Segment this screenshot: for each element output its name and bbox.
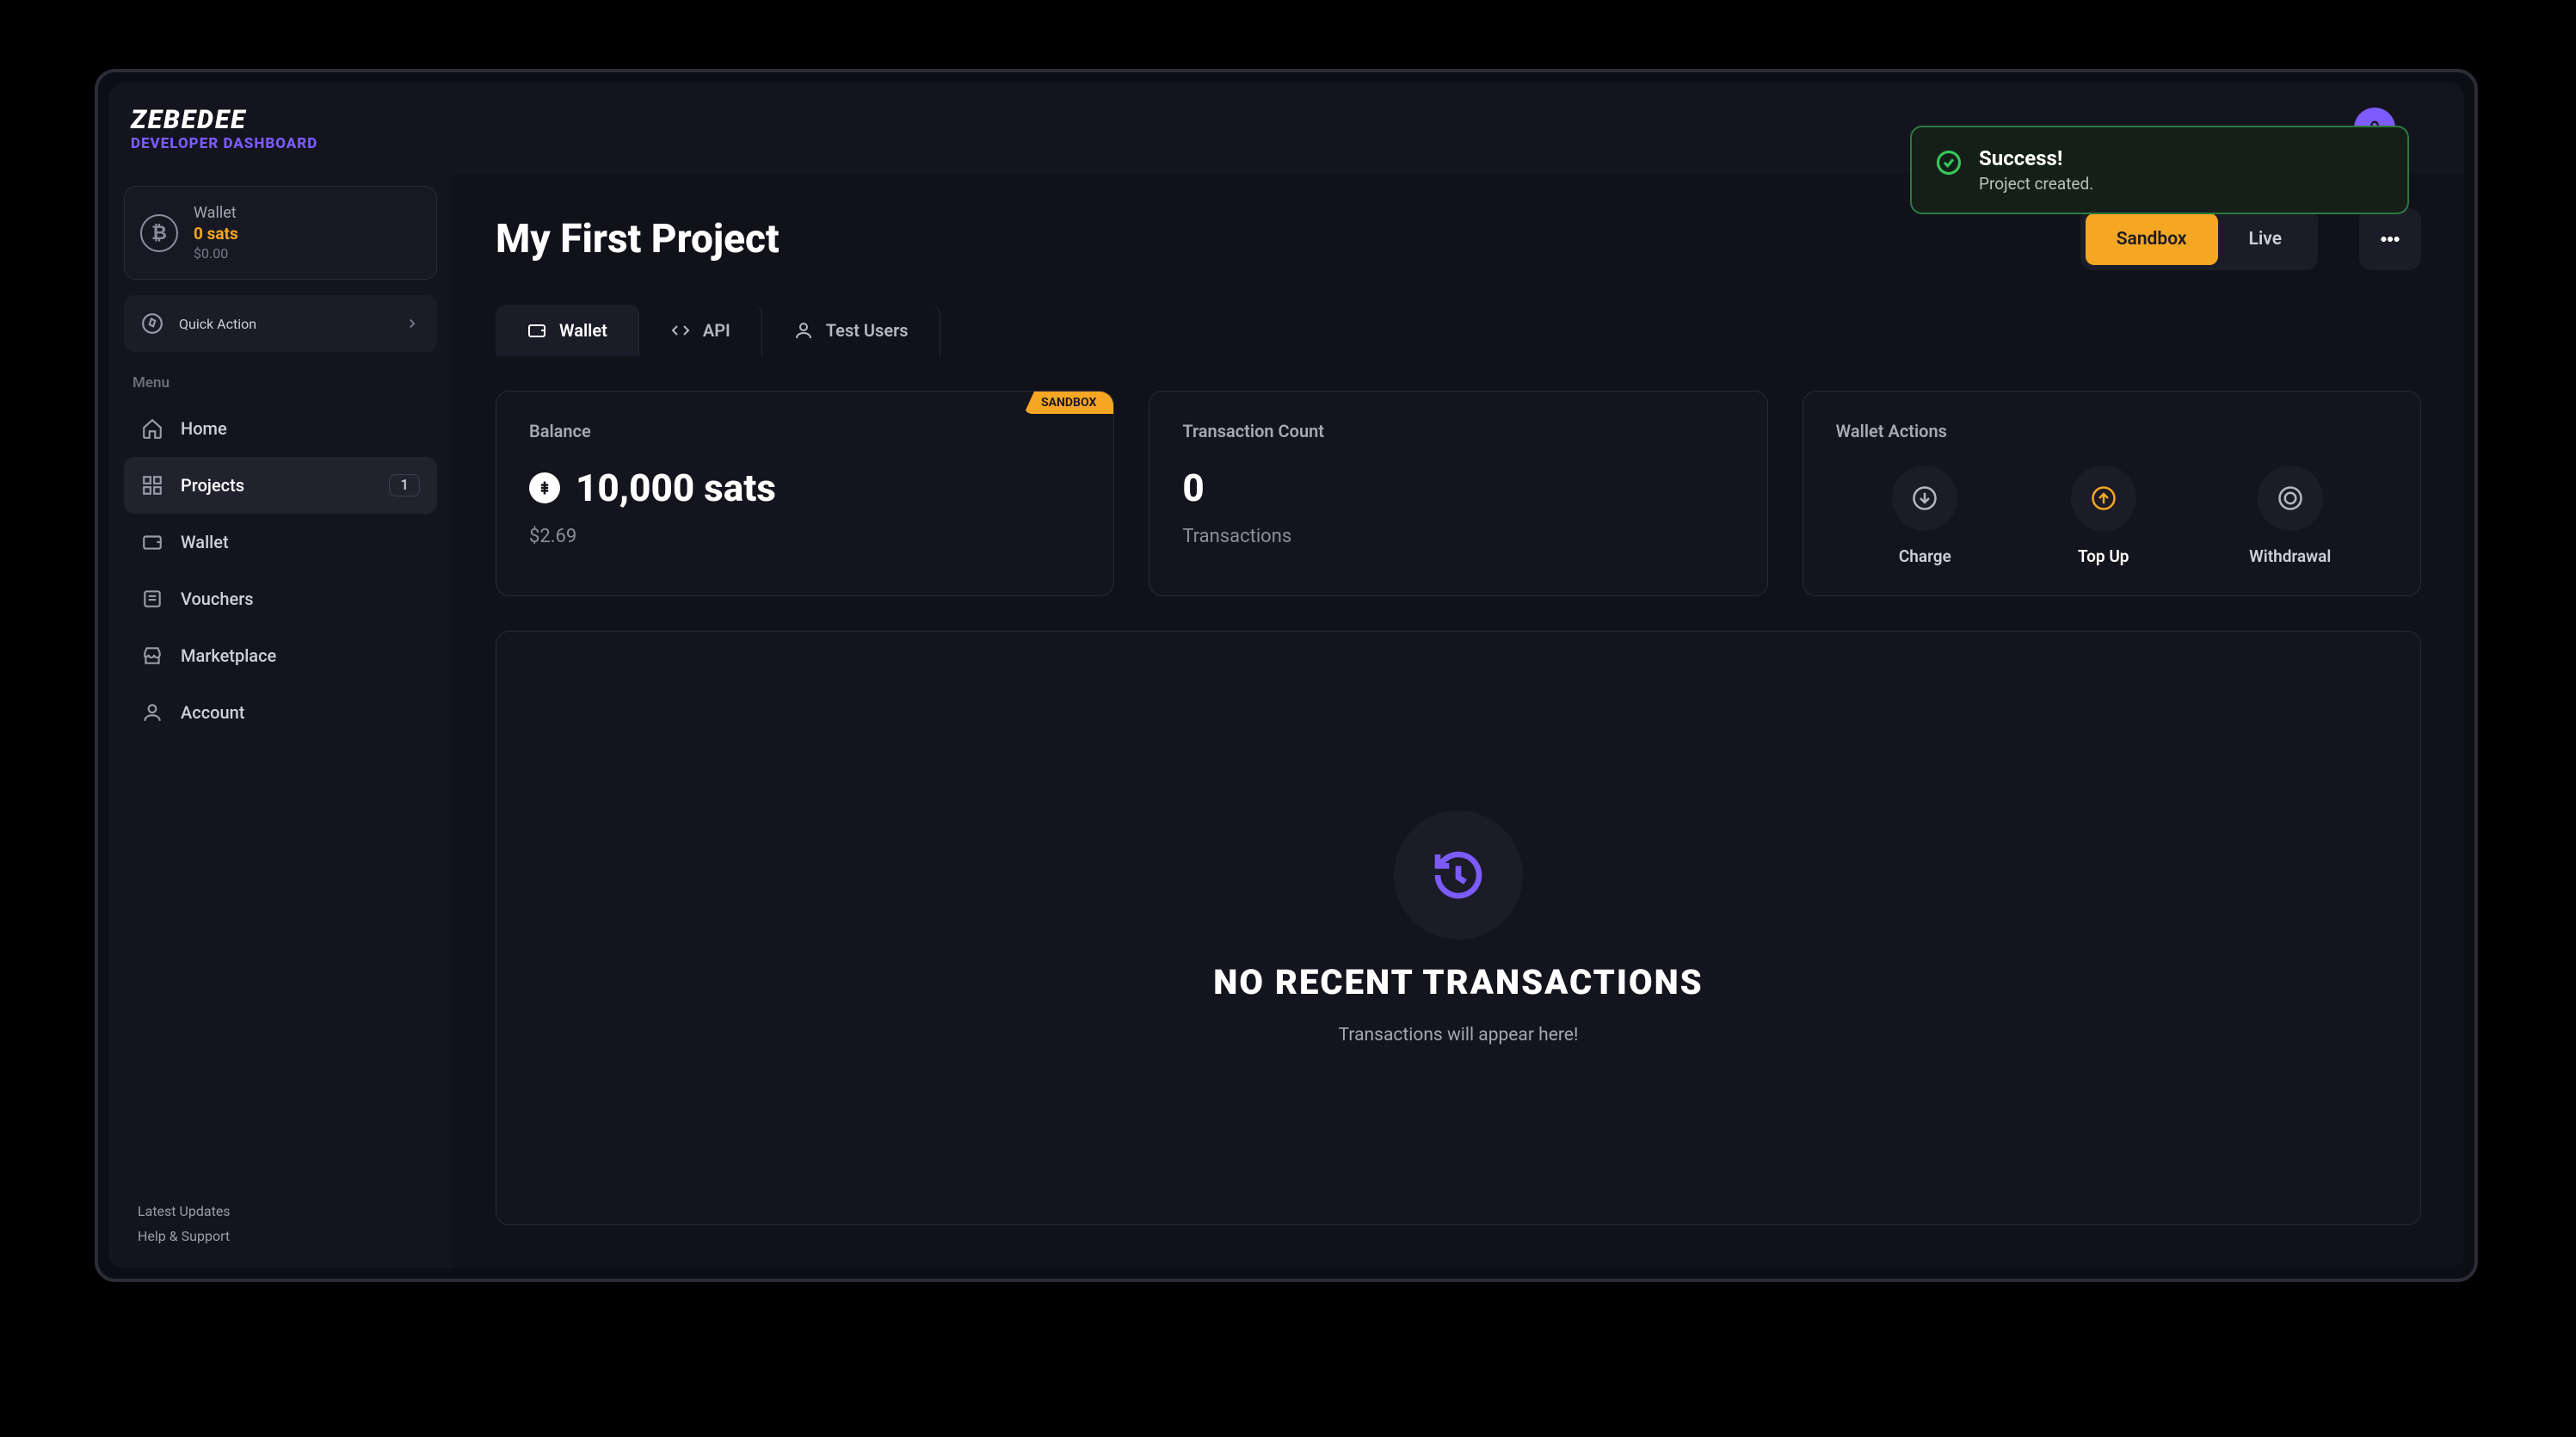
latest-updates-link[interactable]: Latest Updates (138, 1203, 423, 1219)
sat-icon (529, 472, 560, 503)
compass-icon (141, 312, 163, 335)
arrow-down-circle-icon (1912, 485, 1938, 511)
actions-header: Wallet Actions (1836, 421, 2388, 441)
more-horizontal-icon (2379, 228, 2401, 250)
action-label: Top Up (2078, 546, 2129, 566)
empty-title: NO RECENT TRANSACTIONS (1213, 962, 1703, 1002)
tx-count-sub: Transactions (1182, 526, 1734, 547)
tab-api[interactable]: API (639, 305, 762, 356)
sidebar-item-wallet[interactable]: Wallet (124, 514, 437, 570)
environment-toggle: Sandbox Live (2080, 208, 2318, 270)
charge-action[interactable]: Charge (1892, 466, 1957, 566)
user-icon (141, 701, 163, 724)
sidebar-item-label: Account (181, 702, 244, 723)
sidebar-item-projects[interactable]: Projects 1 (124, 457, 437, 514)
projects-count-badge: 1 (389, 474, 420, 496)
toast-success[interactable]: Success! Project created. (1910, 126, 2409, 214)
topup-action[interactable]: Top Up (2071, 466, 2136, 566)
chevron-right-icon (404, 316, 420, 331)
sidebar-item-label: Vouchers (181, 589, 254, 609)
tab-test-users[interactable]: Test Users (762, 305, 940, 356)
toast-title: Success! (1979, 146, 2093, 170)
action-label: Withdrawal (2249, 546, 2331, 566)
app-shell: Success! Project created. ZEBEDEE DEVELO… (108, 83, 2464, 1268)
more-options-button[interactable] (2359, 208, 2421, 270)
sidebar-item-label: Home (181, 418, 227, 439)
code-icon (670, 320, 691, 341)
sidebar: ₿ Wallet 0 sats $0.00 Quick Action Menu (108, 174, 453, 1268)
history-icon (1431, 848, 1486, 903)
wallet-card-amount: 0 sats (194, 224, 238, 244)
tab-label: Test Users (826, 320, 909, 341)
transactions-empty-state: NO RECENT TRANSACTIONS Transactions will… (496, 631, 2421, 1225)
live-toggle-button[interactable]: Live (2218, 213, 2314, 265)
sandbox-ribbon: SANDBOX (1024, 392, 1113, 414)
user-icon (793, 320, 814, 341)
store-icon (141, 644, 163, 667)
arrow-up-circle-icon (2091, 485, 2117, 511)
quick-action-label: Quick Action (179, 316, 256, 332)
tab-label: API (703, 320, 730, 341)
sidebar-item-vouchers[interactable]: Vouchers (124, 570, 437, 627)
project-tabs: Wallet API Test Users (496, 305, 2421, 356)
wallet-card-usd: $0.00 (194, 245, 238, 262)
wallet-summary-card[interactable]: ₿ Wallet 0 sats $0.00 (124, 186, 437, 280)
help-support-link[interactable]: Help & Support (138, 1228, 423, 1244)
sidebar-item-marketplace[interactable]: Marketplace (124, 627, 437, 684)
wallet-card-label: Wallet (194, 204, 238, 222)
brand-subtitle: DEVELOPER DASHBOARD (131, 135, 317, 152)
check-circle-icon (1936, 150, 1962, 176)
tab-label: Wallet (559, 320, 607, 341)
main-content: My First Project Sandbox Live Wallet (453, 174, 2464, 1268)
brand-logo: ZEBEDEE (131, 105, 317, 135)
window-frame: Success! Project created. ZEBEDEE DEVELO… (95, 69, 2478, 1282)
bitcoin-icon: ₿ (140, 214, 178, 252)
grid-icon (141, 474, 163, 496)
action-label: Charge (1899, 546, 1951, 566)
voucher-icon (141, 588, 163, 610)
tab-wallet[interactable]: Wallet (496, 305, 639, 356)
sidebar-item-label: Marketplace (181, 645, 276, 666)
quick-action-button[interactable]: Quick Action (124, 295, 437, 352)
balance-card: SANDBOX Balance 10,000 sats $2.69 (496, 391, 1114, 596)
wallet-icon (527, 320, 547, 341)
sidebar-item-account[interactable]: Account (124, 684, 437, 741)
balance-usd: $2.69 (529, 526, 1081, 547)
empty-subtitle: Transactions will appear here! (1339, 1025, 1579, 1045)
tx-count-header: Transaction Count (1182, 421, 1734, 441)
sandbox-toggle-button[interactable]: Sandbox (2086, 213, 2218, 265)
toast-message: Project created. (1979, 174, 2093, 194)
wallet-icon (141, 531, 163, 553)
coin-icon (2277, 485, 2303, 511)
page-title: My First Project (496, 216, 780, 262)
sidebar-item-label: Wallet (181, 532, 229, 552)
balance-amount: 10,000 sats (576, 466, 776, 510)
sidebar-item-home[interactable]: Home (124, 400, 437, 457)
history-icon-circle (1394, 811, 1523, 940)
transaction-count-card: Transaction Count 0 Transactions (1149, 391, 1767, 596)
menu-header: Menu (132, 374, 428, 392)
tx-count-value: 0 (1182, 466, 1734, 510)
balance-header: Balance (529, 421, 1081, 441)
home-icon (141, 417, 163, 440)
withdrawal-action[interactable]: Withdrawal (2249, 466, 2331, 566)
sidebar-item-label: Projects (181, 475, 244, 496)
wallet-actions-card: Wallet Actions Charge Top Up (1803, 391, 2421, 596)
